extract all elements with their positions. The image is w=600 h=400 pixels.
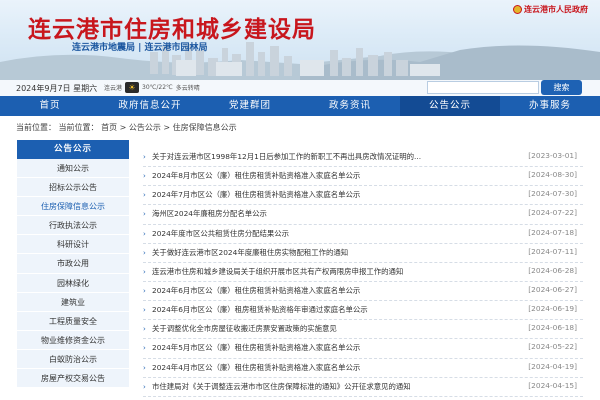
sidebar-item-law-enforcement[interactable]: 行政执法公示 — [17, 216, 129, 236]
header-banner: 连云港市住房和城乡建设局 连云港市地震局 | 连云港市园林局 连云港市人民政府 — [0, 0, 600, 80]
list-item-title[interactable]: 连云港市住房和城乡建设局关于组织开展市区共有产权两限房申报工作的通知 — [152, 266, 403, 277]
sidebar-item-termite-control[interactable]: 白蚁防治公示 — [17, 350, 129, 370]
list-item-date: [2024-08-30] — [528, 170, 577, 180]
sidebar-title: 公告公示 — [17, 140, 129, 159]
list-item-date: [2024-07-18] — [528, 227, 577, 237]
list-item[interactable]: › 2024年度市区公共租赁住房分配结果公示 [2024-07-18] — [143, 225, 583, 244]
list-item-date: [2024-06-28] — [528, 265, 577, 275]
chevron-right-icon: › — [143, 344, 146, 353]
list-item-title[interactable]: 关于做好连云港市区2024年度廉租住房实物配租工作的通知 — [152, 247, 348, 258]
list-item[interactable]: › 海州区2024年廉租房分配名单公示 [2024-07-22] — [143, 205, 583, 225]
list-item-date: [2024-07-22] — [528, 208, 577, 218]
list-item-title[interactable]: 2024年5月市区公（廉）租住房租赁补贴资格准入家庭名单公示 — [152, 342, 360, 353]
list-item-date: [2024-04-19] — [528, 361, 577, 371]
search-button[interactable]: 搜索 — [541, 80, 582, 95]
sidebar-item-research-design[interactable]: 科研设计 — [17, 235, 129, 255]
chevron-right-icon: › — [143, 363, 146, 372]
sidebar-item-maintenance-fund[interactable]: 物业维修资金公示 — [17, 331, 129, 350]
current-date: 2024年9月7日 星期六 — [16, 84, 98, 93]
list-item[interactable]: › 2024年6月市区公（廉）租住房租赁补贴资格准入家庭名单公示 [2024-06-… — [143, 282, 583, 302]
announcement-list: › 关于对连云港市区1998年12月1日后参加工作的新职工不再出具房改情况证明的.… — [143, 148, 583, 397]
chevron-right-icon: › — [143, 286, 146, 295]
nav-item-gov-info[interactable]: 政府信息公开 — [100, 96, 200, 116]
list-item-date: [2024-06-19] — [528, 304, 577, 314]
nav-item-news[interactable]: 政务资讯 — [300, 96, 400, 116]
breadcrumb: 当前位置： 当前位置： 首页 > 公告公示 > 住房保障信息公示 — [16, 123, 237, 132]
chevron-right-icon: › — [143, 210, 146, 219]
list-item[interactable]: › 关于调整优化全市房屋征收搬迁房票安置政策的实施意见 [2024-06-18] — [143, 320, 583, 340]
chevron-right-icon: › — [143, 382, 146, 391]
list-item[interactable]: › 2024年8月市区公（廉）租住房租赁补贴资格准入家庭名单公示 [2024-08-… — [143, 167, 583, 187]
nav-item-announcements[interactable]: 公告公示 — [400, 96, 500, 116]
list-item-title[interactable]: 关于对连云港市区1998年12月1日后参加工作的新职工不再出具房改情况证明的..… — [152, 151, 421, 162]
chevron-right-icon: › — [143, 267, 146, 276]
list-item-title[interactable]: 2024年7月市区公（廉）租住房租赁补贴资格准入家庭名单公示 — [152, 189, 360, 200]
chevron-right-icon: › — [143, 172, 146, 181]
list-item-date: [2023-03-01] — [528, 151, 577, 160]
search-input[interactable] — [427, 81, 539, 94]
chevron-right-icon: › — [143, 229, 146, 238]
sidebar-item-construction[interactable]: 建筑业 — [17, 293, 129, 312]
list-item[interactable]: › 关于对连云港市区1998年12月1日后参加工作的新职工不再出具房改情况证明的.… — [143, 148, 583, 168]
site-subtitle: 连云港市地震局 | 连云港市园林局 — [72, 43, 208, 53]
list-item-title[interactable]: 2024年4月市区公（廉）租住房租赁补贴资格准入家庭名单公示 — [152, 362, 360, 373]
sidebar-item-notices[interactable]: 通知公示 — [17, 159, 129, 179]
main-nav: 首页 政府信息公开 党建群团 政务资讯 公告公示 办事服务 — [0, 96, 600, 116]
sidebar-item-tenders[interactable]: 招标公示公告 — [17, 178, 129, 198]
list-item-title[interactable]: 2024年6月市区公（廉）租房租赁补贴资格年审通过家庭名单公示 — [152, 304, 368, 315]
weather-widget: 连云港 ☀ 30℃/22℃ 多云转晴 — [104, 82, 200, 93]
sun-cloud-icon: ☀ — [125, 82, 140, 93]
list-item-date: [2024-07-30] — [528, 189, 577, 199]
list-item-date: [2024-06-27] — [528, 284, 577, 294]
list-item[interactable]: › 市住建局对《关于调整连云港市市区住房保障标准的通知》公开征求意见的通知 [202… — [143, 378, 583, 397]
list-item[interactable]: › 连云港市住房和城乡建设局关于组织开展市区共有产权两限房申报工作的通知 [2024… — [143, 263, 583, 282]
weather-condition: 多云转晴 — [175, 85, 200, 92]
chevron-right-icon: › — [143, 191, 146, 200]
nav-item-home[interactable]: 首页 — [0, 96, 100, 116]
sidebar-item-property-trading[interactable]: 房屋产权交易公告 — [17, 369, 129, 389]
list-item-title[interactable]: 2024年8月市区公（廉）租住房租赁补贴资格准入家庭名单公示 — [152, 170, 360, 181]
sidebar-item-municipal[interactable]: 市政公用 — [17, 254, 129, 274]
chevron-right-icon: › — [143, 153, 146, 161]
nav-item-party[interactable]: 党建群团 — [200, 96, 300, 116]
gov-portal-label: 连云港市人民政府 — [524, 5, 588, 14]
sidebar-item-landscaping[interactable]: 园林绿化 — [17, 274, 129, 293]
list-item-title[interactable]: 海州区2024年廉租房分配名单公示 — [152, 208, 267, 219]
gov-portal-link[interactable]: 连云港市人民政府 — [513, 4, 588, 15]
sidebar: 公告公示 通知公示 招标公示公告 住房保障信息公示 行政执法公示 科研设计 市政… — [17, 140, 129, 400]
list-item-title[interactable]: 市住建局对《关于调整连云港市市区住房保障标准的通知》公开征求意见的通知 — [152, 381, 411, 392]
list-item-title[interactable]: 关于调整优化全市房屋征收搬迁房票安置政策的实施意见 — [152, 323, 337, 334]
site-title: 连云港市住房和城乡建设局 — [28, 16, 316, 43]
list-item[interactable]: › 2024年7月市区公（廉）租住房租赁补贴资格准入家庭名单公示 [2024-07-… — [143, 186, 583, 206]
list-item[interactable]: › 2024年4月市区公（廉）租住房租赁补贴资格准入家庭名单公示 [2024-04-… — [143, 359, 583, 378]
weather-city: 连云港 — [104, 85, 123, 92]
sidebar-list: 通知公示 招标公示公告 住房保障信息公示 行政执法公示 科研设计 市政公用 园林… — [17, 159, 129, 389]
list-item[interactable]: › 2024年5月市区公（廉）租住房租赁补贴资格准入家庭名单公示 [2024-05-… — [143, 339, 583, 359]
list-item-date: [2024-06-18] — [528, 323, 577, 333]
list-item-title[interactable]: 2024年度市区公共租赁住房分配结果公示 — [152, 228, 289, 239]
nav-item-services[interactable]: 办事服务 — [500, 96, 600, 116]
sidebar-item-housing-security[interactable]: 住房保障信息公示 — [17, 197, 129, 217]
chevron-right-icon: › — [143, 325, 146, 334]
list-item-date: [2024-07-11] — [528, 246, 577, 256]
list-item-date: [2024-04-15] — [528, 380, 577, 390]
national-emblem-icon — [513, 5, 522, 14]
weather-temperature: 30℃/22℃ — [142, 84, 173, 91]
list-item[interactable]: › 2024年6月市区公（廉）租房租赁补贴资格年审通过家庭名单公示 [2024-06… — [143, 301, 583, 321]
list-item-title[interactable]: 2024年6月市区公（廉）租住房租赁补贴资格准入家庭名单公示 — [152, 285, 360, 296]
sidebar-item-quality-safety[interactable]: 工程质量安全 — [17, 312, 129, 331]
chevron-right-icon: › — [143, 306, 146, 315]
chevron-right-icon: › — [143, 248, 146, 257]
list-item[interactable]: › 关于做好连云港市区2024年度廉租住房实物配租工作的通知 [2024-07-11… — [143, 244, 583, 263]
list-item-date: [2024-05-22] — [528, 342, 577, 352]
